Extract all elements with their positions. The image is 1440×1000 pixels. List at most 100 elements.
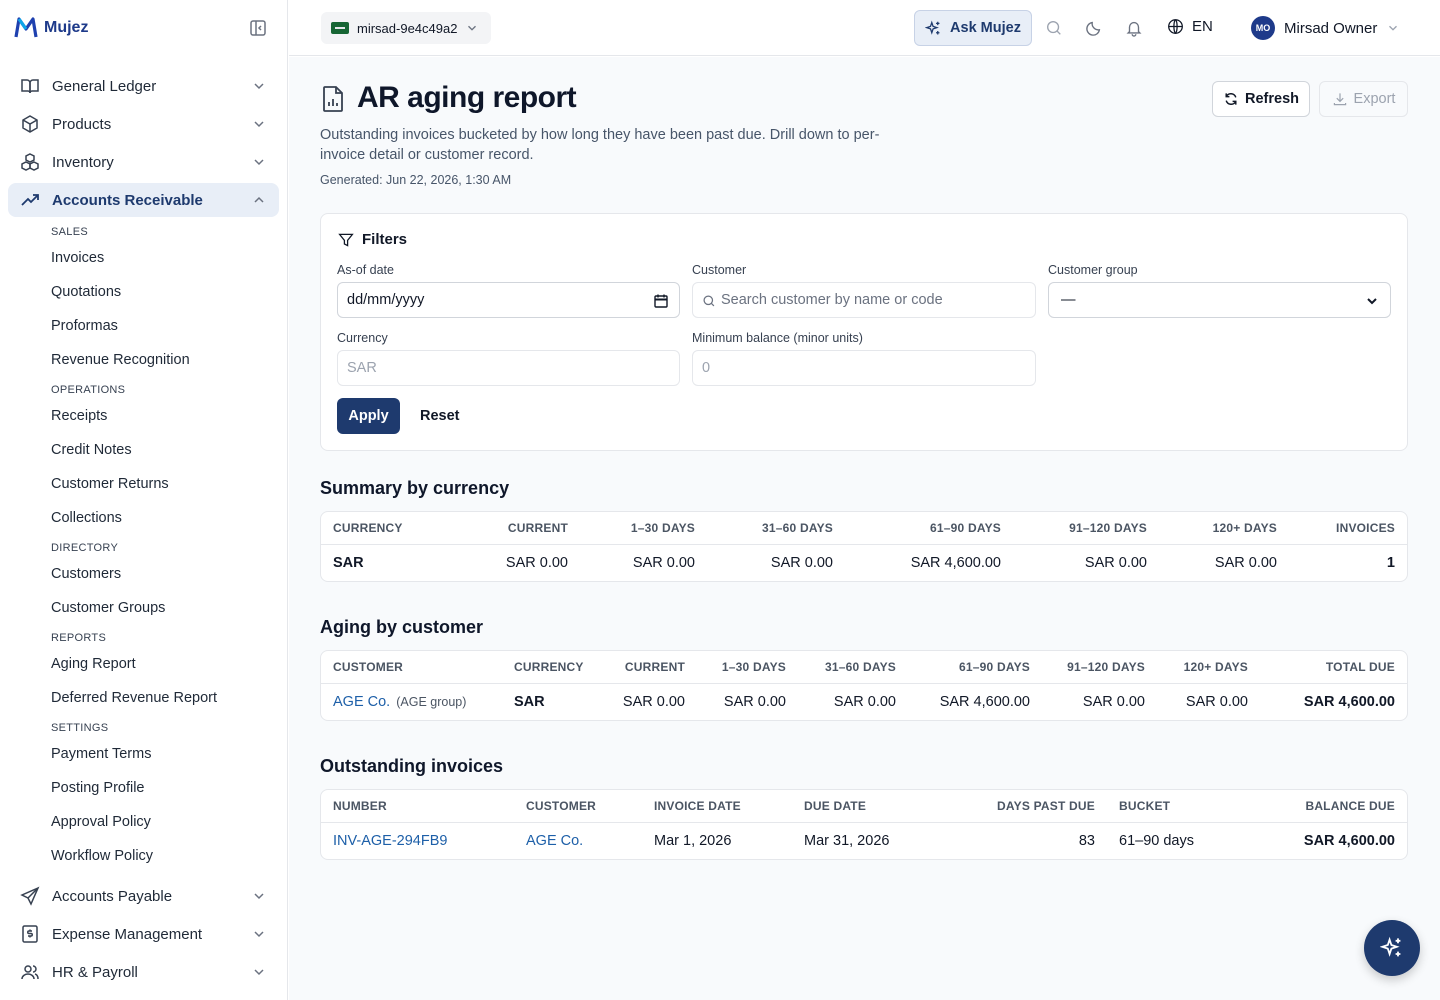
sidebar-item-label: HR & Payroll [52, 963, 138, 981]
sidebar-item-payment-terms[interactable]: Payment Terms [51, 746, 151, 762]
cell-91-120: SAR 0.00 [1082, 693, 1145, 710]
column-header: 1–30 DAYS [697, 651, 798, 684]
aging-by-customer-table: CUSTOMER CURRENCY CURRENT 1–30 DAYS 31–6… [320, 650, 1408, 721]
sidebar-item-invoices[interactable]: Invoices [51, 250, 104, 266]
cell-31-60: SAR 0.00 [770, 554, 833, 571]
sidebar-item-customer-groups[interactable]: Customer Groups [51, 600, 165, 616]
sidebar: Mujez General Ledger Products Inventory … [0, 0, 288, 1000]
customer-link[interactable]: AGE Co. [333, 694, 390, 710]
chevron-down-icon [1389, 25, 1398, 31]
chevron-down-icon [254, 83, 264, 90]
sidebar-item-customers[interactable]: Customers [51, 566, 121, 582]
moon-icon[interactable] [1085, 19, 1103, 37]
topbar: mirsad-9e4c49a2 Ask Mujez EN MO Mirsad O… [289, 0, 1440, 56]
table-row: SAR SAR 0.00 SAR 0.00 SAR 0.00 SAR 4,600… [321, 544, 1407, 581]
tenant-name: mirsad-9e4c49a2 [357, 20, 458, 36]
customer-group-value: — [1061, 292, 1076, 308]
table-row: INV-AGE-294FB9 AGE Co. Mar 1, 2026 Mar 3… [321, 822, 1407, 859]
sidebar-item-label: Inventory [52, 153, 114, 171]
sidebar-section-sales: SALES [51, 226, 88, 238]
brand[interactable]: Mujez [14, 16, 88, 40]
sidebar-item-inventory[interactable]: Inventory [8, 145, 279, 179]
language-label: EN [1192, 18, 1213, 35]
column-header: CURRENCY [502, 651, 601, 684]
cell-61-90: SAR 4,600.00 [910, 554, 1001, 571]
export-button[interactable]: Export [1319, 81, 1408, 117]
sidebar-item-approval-policy[interactable]: Approval Policy [51, 814, 151, 830]
send-icon [20, 886, 40, 906]
min-balance-label: Minimum balance (minor units) [692, 331, 863, 345]
column-header: 120+ DAYS [1159, 512, 1289, 545]
filters-label: Filters [362, 231, 408, 248]
min-balance-input[interactable]: 0 [692, 350, 1036, 386]
sidebar-item-workflow-policy[interactable]: Workflow Policy [51, 848, 153, 864]
table-header-row: NUMBER CUSTOMER INVOICE DATE DUE DATE DA… [321, 790, 1407, 823]
chevron-down-icon [254, 931, 264, 938]
user-menu[interactable]: MO Mirsad Owner [1251, 16, 1400, 40]
receipt-dollar-icon [20, 924, 40, 944]
sidebar-item-hr-payroll[interactable]: HR & Payroll [8, 955, 279, 989]
tenant-switcher[interactable]: mirsad-9e4c49a2 [321, 12, 492, 44]
column-header: CURRENCY [321, 512, 471, 545]
customer-group-label: Customer group [1048, 263, 1138, 277]
sidebar-item-posting-profile[interactable]: Posting Profile [51, 780, 145, 796]
main-content: AR aging report Outstanding invoices buc… [289, 57, 1440, 1000]
calendar-icon[interactable] [653, 293, 669, 309]
summary-table: CURRENCY CURRENT 1–30 DAYS 31–60 DAYS 61… [320, 511, 1408, 582]
sparkles-icon [925, 20, 940, 35]
cell-61-90: SAR 4,600.00 [939, 693, 1030, 710]
chevron-down-icon [468, 25, 477, 31]
page-description: Outstanding invoices bucketed by how lon… [320, 127, 880, 163]
column-header: CURRENT [471, 512, 580, 545]
sidebar-item-products[interactable]: Products [8, 107, 279, 141]
sidebar-item-accounts-receivable[interactable]: Accounts Receivable [8, 183, 279, 217]
column-header: 31–60 DAYS [707, 512, 845, 545]
cell-invoice-date: Mar 1, 2026 [654, 832, 732, 849]
sidebar-section-reports: REPORTS [51, 632, 107, 644]
cell-number: INV-AGE-294FB9 [321, 822, 514, 859]
sidebar-item-accounts-payable[interactable]: Accounts Payable [8, 879, 279, 913]
search-icon [703, 295, 715, 307]
customer-group-select[interactable]: — [1048, 282, 1391, 318]
as-of-date-input[interactable]: dd/mm/yyyy [337, 282, 680, 318]
file-chart-icon [323, 86, 343, 112]
column-header: INVOICES [1289, 512, 1407, 545]
sidebar-item-revenue-recognition[interactable]: Revenue Recognition [51, 352, 190, 368]
avatar: MO [1251, 16, 1275, 40]
sidebar-item-aging-report[interactable]: Aging Report [51, 656, 136, 672]
sidebar-item-general-ledger[interactable]: General Ledger [8, 69, 279, 103]
reset-button[interactable]: Reset [420, 408, 460, 424]
cell-current: SAR 0.00 [622, 693, 685, 710]
globe-icon [1168, 19, 1183, 34]
search-icon[interactable] [1045, 19, 1063, 37]
sidebar-item-collections[interactable]: Collections [51, 510, 122, 526]
filters-panel: Filters As-of date dd/mm/yyyy Customer S… [320, 213, 1408, 451]
invoice-link[interactable]: INV-AGE-294FB9 [333, 833, 447, 849]
customer-link[interactable]: AGE Co. [526, 833, 583, 849]
sidebar-item-customer-returns[interactable]: Customer Returns [51, 476, 169, 492]
sidebar-item-receipts[interactable]: Receipts [51, 408, 107, 424]
sidebar-item-quotations[interactable]: Quotations [51, 284, 121, 300]
apply-button[interactable]: Apply [337, 398, 400, 434]
currency-input[interactable]: SAR [337, 350, 680, 386]
sidebar-item-proformas[interactable]: Proformas [51, 318, 118, 334]
sidebar-item-label: Accounts Receivable [52, 191, 203, 209]
column-header: 31–60 DAYS [798, 651, 908, 684]
download-icon [1333, 93, 1346, 106]
chevron-down-icon [254, 893, 264, 900]
cell-balance-due: SAR 4,600.00 [1303, 832, 1395, 849]
ask-mujez-button[interactable]: Ask Mujez [914, 10, 1032, 46]
customer-search-input[interactable]: Search customer by name or code [692, 282, 1036, 318]
cell-total-due: SAR 4,600.00 [1303, 693, 1395, 710]
boxes-icon [20, 152, 40, 172]
ai-assistant-fab[interactable] [1364, 920, 1420, 976]
trending-up-icon [20, 190, 40, 210]
sidebar-item-credit-notes[interactable]: Credit Notes [51, 442, 132, 458]
sidebar-item-deferred-revenue-report[interactable]: Deferred Revenue Report [51, 690, 217, 706]
refresh-button[interactable]: Refresh [1212, 81, 1310, 117]
sidebar-collapse-icon[interactable] [248, 18, 268, 38]
language-switcher[interactable]: EN [1167, 18, 1213, 35]
sidebar-item-expense-management[interactable]: Expense Management [8, 917, 279, 951]
as-of-date-value: dd/mm/yyyy [347, 292, 425, 308]
bell-icon[interactable] [1125, 19, 1143, 37]
